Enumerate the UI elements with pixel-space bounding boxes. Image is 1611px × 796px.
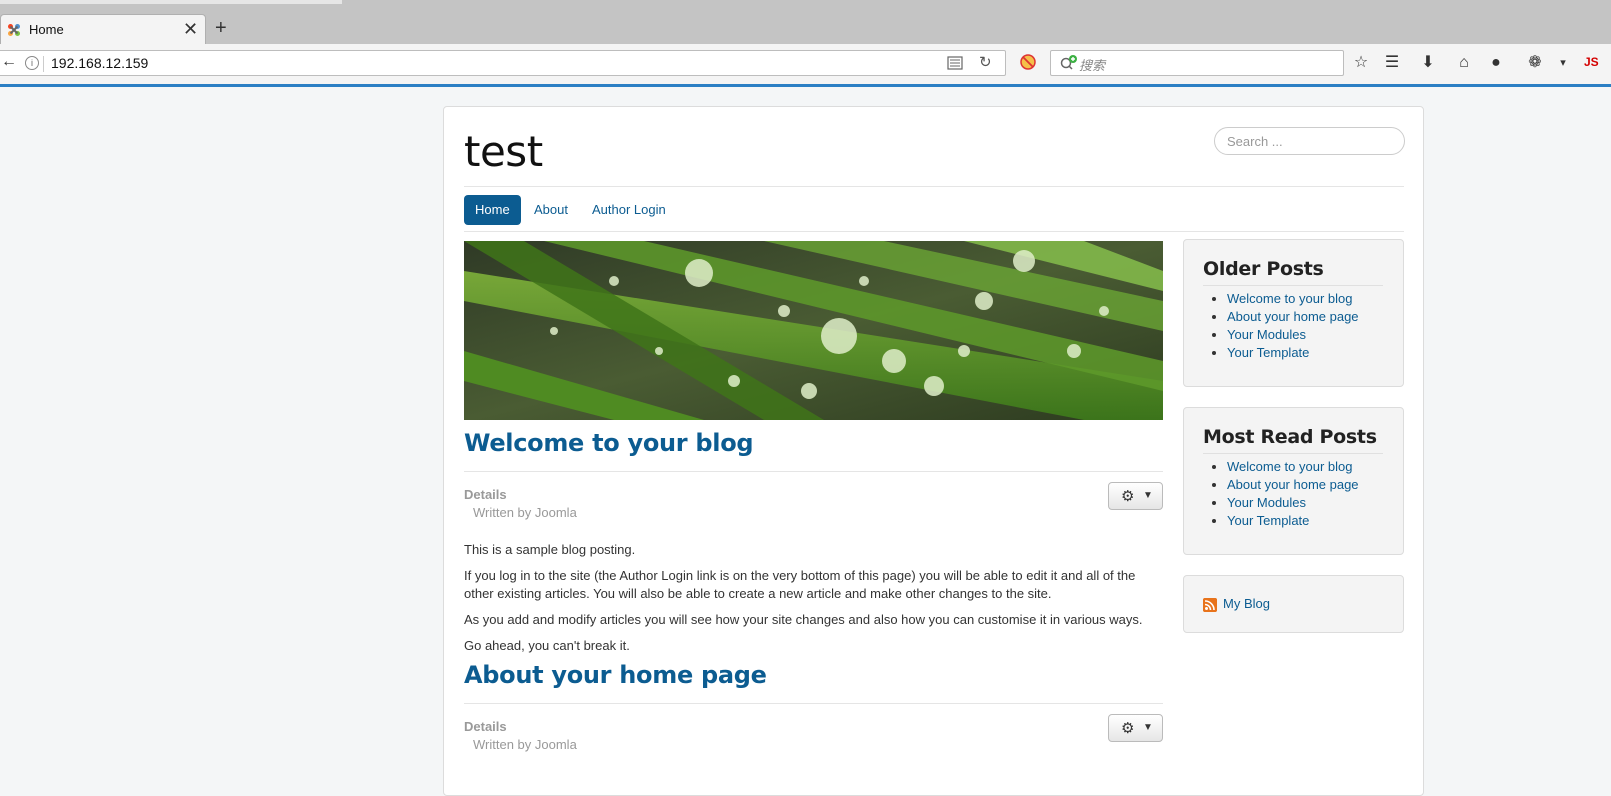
feed-module: My Blog [1183, 575, 1404, 633]
gear-icon: ⚙ [1121, 488, 1135, 505]
article-divider [464, 703, 1163, 704]
joomla-favicon-icon [8, 24, 20, 36]
article-author: Written by Joomla [473, 737, 577, 752]
module-divider [1203, 285, 1383, 286]
site-title[interactable]: test [464, 127, 543, 176]
gear-icon: ⚙ [1121, 720, 1135, 737]
older-posts-module: Older Posts Welcome to your blog About y… [1183, 239, 1404, 387]
new-tab-button[interactable]: + [215, 18, 227, 38]
rss-feed-icon[interactable] [1203, 598, 1217, 612]
menu-item-author-login[interactable]: Author Login [581, 195, 677, 225]
list-item[interactable]: About your home page [1227, 476, 1359, 494]
address-bar[interactable]: ← i 192.168.12.159 ↻ [0, 50, 1006, 76]
module-title: Older Posts [1203, 258, 1324, 280]
reload-icon[interactable]: ↻ [979, 53, 992, 71]
caret-down-icon: ▼ [1143, 490, 1153, 501]
tab-title: Home [29, 22, 64, 37]
sync-account-icon[interactable]: ● [1485, 53, 1507, 73]
search-engine-icon[interactable] [1059, 54, 1079, 72]
noscript-icon[interactable] [1020, 54, 1036, 70]
browser-nav-bar: ← i 192.168.12.159 ↻ 搜索 ☆ ☰ ⬇ ⌂ ● ❁ ▾ JS [0, 44, 1611, 87]
site-search-input[interactable]: Search ... [1214, 127, 1405, 155]
list-item[interactable]: Welcome to your blog [1227, 458, 1359, 476]
menu-divider [464, 231, 1404, 232]
module-title: Most Read Posts [1203, 426, 1377, 448]
menu-dropdown-icon[interactable]: ▾ [1552, 53, 1574, 73]
reader-view-icon[interactable] [947, 56, 963, 70]
home-icon[interactable]: ⌂ [1453, 53, 1475, 73]
menu-item-about[interactable]: About [523, 195, 579, 225]
article-title[interactable]: Welcome to your blog [464, 429, 754, 457]
article-divider [464, 471, 1163, 472]
js-badge[interactable]: JS [1584, 55, 1599, 69]
article-paragraph: If you log in to the site (the Author Lo… [464, 568, 1136, 601]
most-read-module: Most Read Posts Welcome to your blog Abo… [1183, 407, 1404, 555]
palette-icon[interactable]: ❁ [1524, 53, 1546, 73]
feed-link[interactable]: My Blog [1223, 596, 1270, 611]
article-paragraph: This is a sample blog posting. [464, 542, 636, 557]
back-arrow-icon[interactable]: ← [1, 53, 17, 71]
article-paragraph: Go ahead, you can't break it. [464, 638, 630, 653]
list-item[interactable]: Your Template [1227, 344, 1359, 362]
reading-list-icon[interactable]: ☰ [1381, 53, 1403, 73]
list-item[interactable]: About your home page [1227, 308, 1359, 326]
most-read-list: Welcome to your blog About your home pag… [1203, 458, 1359, 530]
header-divider [464, 186, 1404, 187]
article-paragraph: As you add and modify articles you will … [464, 612, 1143, 627]
menu-item-home[interactable]: Home [464, 195, 521, 225]
caret-down-icon: ▼ [1143, 722, 1153, 733]
site-info-icon[interactable]: i [25, 56, 39, 70]
list-item[interactable]: Your Modules [1227, 494, 1359, 512]
browser-search-placeholder: 搜索 [1079, 58, 1106, 73]
tab-strip-highlight [0, 0, 342, 4]
url-text[interactable]: 192.168.12.159 [51, 55, 148, 71]
list-item[interactable]: Your Template [1227, 512, 1359, 530]
page-container: test Search ... Home About Author Login [443, 106, 1424, 796]
article-author: Written by Joomla [473, 505, 577, 520]
list-item[interactable]: Welcome to your blog [1227, 290, 1359, 308]
browser-tab-home[interactable]: Home ✕ [0, 14, 206, 44]
bookmark-star-icon[interactable]: ☆ [1350, 53, 1372, 73]
article-details-label: Details [464, 487, 507, 502]
article-details-label: Details [464, 719, 507, 734]
download-icon[interactable]: ⬇ [1417, 53, 1439, 73]
article-tools-button[interactable]: ⚙ ▼ [1108, 714, 1163, 742]
browser-tab-bar: Home ✕ + [0, 0, 1611, 44]
address-separator [43, 56, 44, 72]
browser-search-box[interactable]: 搜索 [1050, 50, 1344, 76]
list-item[interactable]: Your Modules [1227, 326, 1359, 344]
module-divider [1203, 453, 1383, 454]
article-tools-button[interactable]: ⚙ ▼ [1108, 482, 1163, 510]
older-posts-list: Welcome to your blog About your home pag… [1203, 290, 1359, 362]
banner-image [464, 241, 1163, 420]
article-title[interactable]: About your home page [464, 661, 767, 689]
tab-close-icon[interactable]: ✕ [183, 19, 198, 39]
